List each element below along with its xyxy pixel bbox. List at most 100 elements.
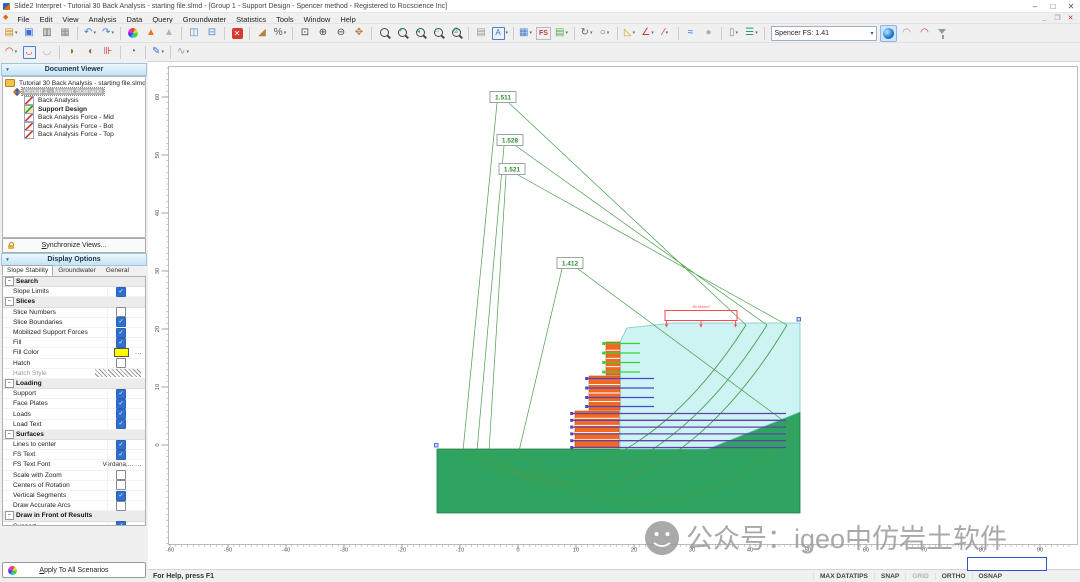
tree-item-group-1-master-scenario[interactable]: Group 1 - Master Scenario <box>3 87 145 97</box>
collapse-icon[interactable]: ▼ <box>5 257 10 263</box>
chevron-down-icon[interactable]: ▾ <box>666 30 669 36</box>
zoom-last-button[interactable]: @ <box>448 25 465 42</box>
zoom-extents-button[interactable]: ⊡ <box>297 25 314 42</box>
collapse-icon[interactable]: − <box>5 297 14 307</box>
chevron-down-icon[interactable]: ▾ <box>93 30 96 36</box>
magnify-in-button[interactable]: + <box>394 25 411 42</box>
slices-fan-button[interactable]: ◔ <box>125 44 142 61</box>
tree-item-back-analysis-force-top[interactable]: Back Analysis Force - Top <box>3 130 145 140</box>
percent-button[interactable]: % ▾ <box>272 25 289 42</box>
minimize-button[interactable]: – <box>1026 1 1044 12</box>
chevron-down-icon[interactable]: ▾ <box>111 30 114 36</box>
collapse-icon[interactable]: ▼ <box>5 67 10 73</box>
hatch-checkbox[interactable] <box>116 358 126 369</box>
collapse-icon[interactable]: − <box>5 429 14 439</box>
water-table-button[interactable]: ≈ <box>682 25 699 42</box>
add-text-button[interactable]: A ▾ <box>491 25 510 42</box>
rotate-button[interactable]: ↻ ▾ <box>578 25 595 42</box>
option-group-slices[interactable]: − Slices <box>3 297 145 308</box>
option-group-surfaces[interactable]: − Surfaces <box>3 429 145 440</box>
globe-button[interactable] <box>880 24 898 42</box>
tree-item-support-design[interactable]: Support Design <box>3 104 145 114</box>
print-button[interactable]: ▥ <box>39 25 56 42</box>
toggle-osnap[interactable]: OSNAP <box>971 572 1008 580</box>
tab-slope-stability[interactable]: Slope Stability <box>2 265 54 276</box>
more-button[interactable]: ... <box>135 349 142 356</box>
toggle-grid[interactable]: GRID <box>905 572 934 580</box>
open-button[interactable]: ▤ ▾ <box>3 25 20 42</box>
grayscale-plot-button[interactable]: ▲ <box>161 25 178 42</box>
color-palette-button[interactable] <box>125 25 142 42</box>
draw-accurate-arcs-checkbox[interactable] <box>116 500 126 511</box>
chevron-down-icon[interactable]: ▾ <box>161 49 164 55</box>
mdi-restore-button[interactable]: ❐ <box>1051 14 1064 22</box>
load-text-checkbox[interactable]: ✓ <box>116 419 126 430</box>
magnify-button[interactable] <box>376 25 393 42</box>
model-view[interactable]: 60 50 40 30 20 10 0 -60 -50 -40 -30 -20 -10 0 10 20 30 40… <box>148 62 1080 570</box>
chevron-down-icon[interactable]: ▾ <box>565 30 568 36</box>
image-button[interactable]: ▤ ▾ <box>553 25 570 42</box>
fill-color-swatch[interactable] <box>114 348 129 358</box>
chevron-down-icon[interactable]: ▾ <box>529 30 532 36</box>
ponded-water-button[interactable]: ● <box>700 25 717 42</box>
tile-vertical-button[interactable]: ◫ <box>186 25 203 42</box>
centers-of-rotation-checkbox[interactable] <box>116 480 126 491</box>
smooth-surface-button[interactable]: ∿ ▾ <box>175 44 192 61</box>
face-plates-checkbox[interactable]: ✓ <box>116 398 126 409</box>
slice-numbers-checkbox[interactable] <box>116 307 126 318</box>
scale-with-zoom-checkbox[interactable] <box>116 470 126 481</box>
tile-horizontal-button[interactable]: ⊟ <box>204 25 221 42</box>
tree-item-back-analysis-force-bot[interactable]: Back Analysis Force - Bot <box>3 121 145 131</box>
option-value[interactable]: Verdana,... <box>103 461 133 468</box>
slope-limits-checkbox[interactable]: ✓ <box>116 286 126 297</box>
chevron-down-icon[interactable]: ▾ <box>506 30 509 36</box>
grid-button[interactable]: ▦ ▾ <box>517 25 534 42</box>
chevron-down-icon[interactable]: ▾ <box>15 49 18 55</box>
toggle-max-datatips[interactable]: MAX DATATIPS <box>812 572 874 580</box>
document-viewer-header[interactable]: ▼ Document Viewer <box>1 63 147 76</box>
hatch-style-preview[interactable] <box>95 369 141 378</box>
mobilized-support-forces-checkbox[interactable]: ✓ <box>116 327 126 338</box>
tree-item-back-analysis[interactable]: Back Analysis <box>3 95 145 105</box>
chevron-down-icon[interactable]: ▾ <box>15 30 18 36</box>
angle-button[interactable]: ∠ ▾ <box>639 25 656 42</box>
more-button[interactable]: ... <box>135 461 142 468</box>
tree-item-back-analysis-force-mid[interactable]: Back Analysis Force - Mid <box>3 113 145 123</box>
loads-checkbox[interactable]: ✓ <box>116 409 126 420</box>
mdi-minimize-button[interactable]: _ <box>1038 14 1051 22</box>
fs-label-button[interactable]: FS <box>535 25 552 42</box>
query-slip-surface-button[interactable]: ◠ ▾ <box>3 44 20 61</box>
model-canvas[interactable]: 6050403020100-60 -50 -40 -30 -20 -10 0 10 20 30 40… <box>148 62 1080 570</box>
query-arc-colored-button[interactable]: ◠ <box>916 25 933 42</box>
vertical-segments-checkbox[interactable]: ✓ <box>116 490 126 501</box>
slice-boundaries-checkbox[interactable]: ✓ <box>116 317 126 328</box>
zoom-out-button[interactable]: ⊖ <box>333 25 350 42</box>
chevron-down-icon[interactable]: ▾ <box>284 30 287 36</box>
lines-to-center-checkbox[interactable]: ✓ <box>116 439 126 450</box>
option-group-search[interactable]: − Search <box>3 277 145 288</box>
material-layers-button[interactable]: ☰ ▾ <box>743 25 760 42</box>
save-button[interactable]: ▣ <box>21 25 38 42</box>
chevron-down-icon[interactable]: ▾ <box>736 30 739 36</box>
support-checkbox[interactable]: ✓ <box>116 521 126 525</box>
delete-button[interactable]: ▯ ▾ <box>725 25 742 42</box>
support-checkbox[interactable]: ✓ <box>116 388 126 399</box>
fill-checkbox[interactable]: ✓ <box>116 337 126 348</box>
collapse-icon[interactable]: − <box>5 277 14 287</box>
apply-to-all-scenarios-button[interactable]: Apply To All Scenarios <box>2 562 146 578</box>
toggle-ortho[interactable]: ORTHO <box>934 572 972 580</box>
chevron-down-icon[interactable]: ▾ <box>186 49 189 55</box>
collapse-icon[interactable]: − <box>5 511 14 521</box>
mdi-close-button[interactable]: ✕ <box>1064 14 1077 22</box>
chevron-down-icon[interactable]: ▾ <box>871 30 876 37</box>
option-group-loading[interactable]: − Loading <box>3 378 145 390</box>
ruler-button[interactable]: ◺ ▾ <box>621 25 638 42</box>
query-arc-button[interactable]: ◠ <box>898 25 915 42</box>
tree-item-tutorial-30-back-analysis-starting-file-slmd[interactable]: Tutorial 30 Back Analysis - starting fil… <box>3 79 145 88</box>
tab-groundwater[interactable]: Groundwater <box>53 265 101 276</box>
fs-text-checkbox[interactable]: ✓ <box>116 449 126 460</box>
chevron-down-icon[interactable]: ▾ <box>590 30 593 36</box>
toggle-snap[interactable]: SNAP <box>873 572 905 580</box>
undo-button[interactable]: ↶ ▾ <box>82 25 99 42</box>
zoom-mouse-button[interactable]: ✥ <box>351 25 368 42</box>
